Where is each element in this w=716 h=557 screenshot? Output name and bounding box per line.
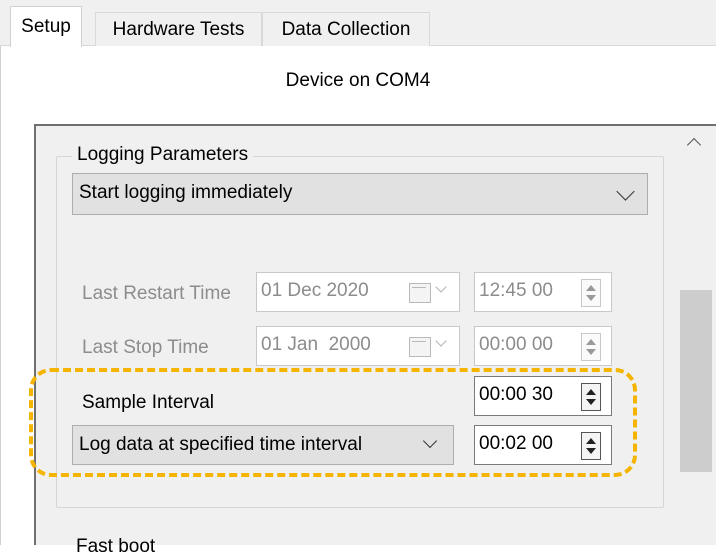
highlight-annotation — [29, 368, 637, 477]
last-restart-label: Last Restart Time — [82, 283, 231, 304]
logging-parameters-title: Logging Parameters — [72, 144, 254, 166]
last-stop-time-value: 00:00 00 — [479, 334, 553, 355]
start-mode-dropdown[interactable]: Start logging immediately — [72, 173, 648, 215]
last-restart-date-field[interactable]: 01 Dec 2020 — [256, 272, 460, 312]
last-restart-date-value: 01 Dec 2020 — [261, 280, 369, 301]
last-restart-time-value: 12:45 00 — [479, 280, 553, 301]
time-spinner[interactable] — [581, 333, 601, 361]
chevron-down-icon — [616, 182, 635, 201]
last-stop-date-field[interactable]: 01 Jan 2000 — [256, 326, 460, 366]
time-spinner[interactable] — [581, 279, 601, 307]
chevron-down-icon — [435, 281, 447, 293]
last-stop-label: Last Stop Time — [82, 337, 209, 358]
last-stop-date-value: 01 Jan 2000 — [261, 334, 371, 355]
scrollbar-thumb[interactable] — [680, 290, 712, 472]
start-mode-value: Start logging immediately — [79, 182, 293, 203]
device-title: Device on COM4 — [285, 70, 431, 91]
calendar-icon — [409, 283, 431, 303]
tab-setup[interactable]: Setup — [10, 6, 82, 47]
last-restart-time-field[interactable]: 12:45 00 — [474, 272, 612, 312]
tab-hardware-tests[interactable]: Hardware Tests — [95, 12, 262, 46]
next-section-label: Fast boot — [76, 536, 156, 557]
last-stop-time-field[interactable]: 00:00 00 — [474, 326, 612, 366]
calendar-icon — [409, 337, 431, 357]
tab-data-collection[interactable]: Data Collection — [262, 12, 430, 46]
chevron-down-icon — [435, 335, 447, 347]
